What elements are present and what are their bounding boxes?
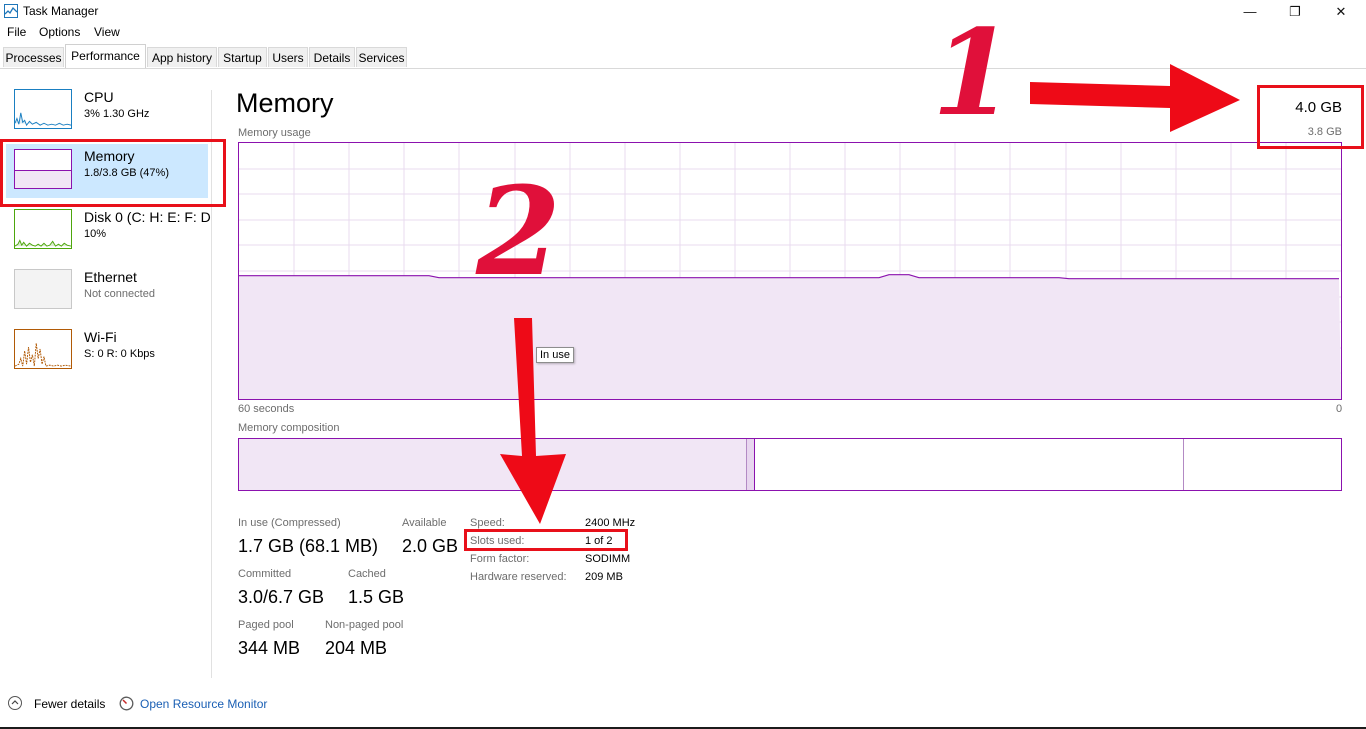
composition-divider bbox=[1183, 439, 1184, 490]
fewer-details-button[interactable]: Fewer details bbox=[34, 697, 105, 711]
menu-file[interactable]: File bbox=[7, 25, 26, 39]
in-use-label: In use (Compressed) bbox=[238, 517, 341, 529]
task-manager-icon bbox=[4, 4, 18, 18]
open-resource-monitor-link[interactable]: Open Resource Monitor bbox=[140, 697, 267, 711]
tab-users[interactable]: Users bbox=[268, 47, 308, 67]
cached-value: 1.5 GB bbox=[348, 587, 405, 607]
restore-button[interactable]: ❐ bbox=[1272, 0, 1318, 24]
tab-app-history[interactable]: App history bbox=[147, 47, 217, 67]
committed-label: Committed bbox=[238, 568, 292, 580]
memory-usage-graph bbox=[238, 142, 1342, 400]
memory-usage-plot bbox=[239, 143, 1341, 399]
sidebar-ethernet-subtitle: Not connected bbox=[84, 288, 155, 300]
composition-modified-segment bbox=[747, 439, 755, 490]
sidebar-ethernet-title: Ethernet bbox=[84, 269, 137, 285]
memory-composition-bar bbox=[238, 438, 1342, 491]
ethernet-graph-thumbnail bbox=[14, 269, 72, 309]
annotation-number-two: 2 bbox=[476, 159, 561, 303]
nonpaged-pool-label: Non-paged pool bbox=[325, 619, 404, 631]
available-value: 2.0 GB bbox=[402, 536, 459, 556]
tab-startup[interactable]: Startup bbox=[218, 47, 267, 67]
sidebar-item-wifi[interactable]: Wi-Fi S: 0 R: 0 Kbps bbox=[0, 324, 212, 382]
hardware-reserved-label: Hardware reserved: bbox=[470, 571, 567, 583]
sidebar-cpu-subtitle: 3% 1.30 GHz bbox=[84, 108, 150, 120]
minimize-button[interactable]: — bbox=[1227, 0, 1273, 24]
window-title: Task Manager bbox=[23, 4, 99, 18]
menu-view[interactable]: View bbox=[94, 25, 120, 39]
tab-services[interactable]: Services bbox=[356, 47, 407, 67]
tab-performance[interactable]: Performance bbox=[65, 44, 146, 68]
annotation-box-slots bbox=[464, 529, 628, 551]
tab-processes[interactable]: Processes bbox=[3, 47, 64, 67]
available-label: Available bbox=[402, 517, 447, 529]
annotation-arrow-down bbox=[500, 318, 566, 524]
annotation-box-memory bbox=[0, 139, 226, 207]
cached-label: Cached bbox=[348, 568, 386, 580]
sidebar-disk-title: Disk 0 (C: H: E: F: D bbox=[84, 209, 211, 225]
close-button[interactable]: ✕ bbox=[1318, 0, 1364, 24]
graph-axis-right-label: 0 bbox=[1336, 403, 1343, 415]
title-bar: Task Manager — ❐ ✕ bbox=[0, 0, 1366, 24]
sidebar-wifi-title: Wi-Fi bbox=[84, 329, 117, 345]
sidebar-item-cpu[interactable]: CPU 3% 1.30 GHz bbox=[0, 84, 212, 142]
tab-details[interactable]: Details bbox=[309, 47, 355, 67]
annotation-arrow-right bbox=[1030, 64, 1240, 132]
form-factor-value: SODIMM bbox=[585, 553, 631, 565]
sidebar-item-disk[interactable]: Disk 0 (C: H: E: F: D 10% bbox=[0, 204, 212, 262]
page-title: Memory bbox=[236, 88, 334, 118]
speed-value: 2400 MHz bbox=[585, 517, 636, 529]
memory-composition-label: Memory composition bbox=[238, 422, 340, 434]
sidebar-item-ethernet[interactable]: Ethernet Not connected bbox=[0, 264, 212, 322]
sidebar-disk-subtitle: 10% bbox=[84, 228, 107, 240]
menu-options[interactable]: Options bbox=[39, 25, 80, 39]
annotation-box-total bbox=[1257, 85, 1364, 149]
memory-usage-label: Memory usage bbox=[238, 127, 311, 139]
resource-monitor-icon[interactable] bbox=[119, 696, 134, 711]
disk-graph-thumbnail bbox=[14, 209, 72, 249]
sidebar-wifi-subtitle: S: 0 R: 0 Kbps bbox=[84, 348, 155, 360]
paged-pool-label: Paged pool bbox=[238, 619, 294, 631]
graph-axis-left-label: 60 seconds bbox=[238, 403, 295, 415]
wifi-graph-thumbnail bbox=[14, 329, 72, 369]
in-use-value: 1.7 GB (68.1 MB) bbox=[238, 536, 379, 556]
chevron-up-icon[interactable] bbox=[8, 696, 22, 710]
paged-pool-value: 344 MB bbox=[238, 638, 301, 658]
sidebar-cpu-title: CPU bbox=[84, 89, 114, 105]
annotation-number-one: 1 bbox=[932, 3, 1015, 142]
committed-value: 3.0/6.7 GB bbox=[238, 587, 325, 607]
hardware-reserved-value: 209 MB bbox=[585, 571, 623, 583]
form-factor-label: Form factor: bbox=[470, 553, 530, 565]
nonpaged-pool-value: 204 MB bbox=[325, 638, 388, 658]
cpu-graph-thumbnail bbox=[14, 89, 72, 129]
